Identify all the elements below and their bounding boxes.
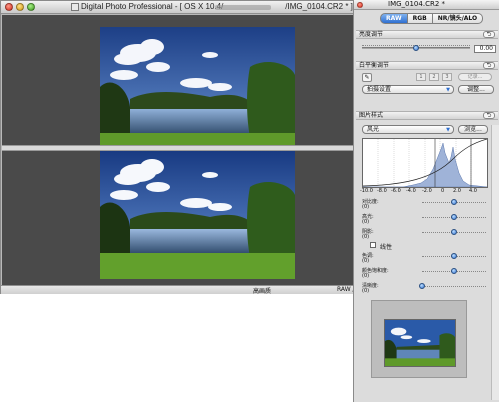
preview-before[interactable] [2, 15, 358, 155]
palette-titlebar[interactable]: IMG_0104.CR2 * [354, 0, 499, 10]
sharpness-value: (0) [362, 288, 370, 294]
histogram-tick: 2.0 [453, 188, 461, 194]
brightness-slider-thumb[interactable] [413, 45, 419, 51]
saturation-slider-thumb[interactable] [451, 268, 457, 274]
tab-rgb[interactable]: RGB [407, 13, 433, 24]
contrast-value: (0) [362, 204, 370, 210]
wb-preset-select[interactable]: 拍摄设置 ▼ [362, 85, 454, 94]
wb-slot-2[interactable]: 2 [429, 73, 439, 81]
shadow-slider-thumb[interactable] [451, 229, 457, 235]
preview-after[interactable] [2, 151, 358, 285]
sharpness-slider[interactable] [422, 285, 486, 287]
document-icon [71, 3, 79, 11]
histogram-tick: -4.0 [406, 188, 416, 194]
palette-tabs: RAW RGB NR/镜头/ALO [380, 13, 484, 24]
tone-curve-histogram[interactable] [362, 138, 488, 188]
sharpness-slider-thumb[interactable] [419, 283, 425, 289]
status-quality: 高画质 [253, 288, 272, 295]
highlight-value: (0) [362, 219, 370, 225]
main-window: Digital Photo Professional - [ OS X 10.4… [0, 0, 360, 295]
white-balance-header-label: 白平衡调节 [359, 62, 390, 69]
tab-raw[interactable]: RAW [380, 13, 408, 24]
palette-title: IMG_0104.CR2 * [388, 0, 445, 8]
wb-slot-1[interactable]: 1 [416, 73, 426, 81]
white-balance-header: 白平衡调节 ⮌ [356, 61, 498, 70]
tab-nr-lens-alo[interactable]: NR/镜头/ALO [432, 13, 484, 24]
redacted-path [215, 5, 271, 10]
brightness-reset-button[interactable]: ⮌ [483, 31, 495, 38]
picture-style-reset-button[interactable]: ⮌ [483, 112, 495, 119]
shadow-value: (0) [362, 234, 370, 240]
white-balance-reset-button[interactable]: ⮌ [483, 62, 495, 69]
picture-style-browse-button[interactable]: 浏览... [458, 125, 488, 134]
brightness-value-field[interactable]: 0.00 [474, 45, 496, 53]
picture-style-header-label: 图片样式 [359, 112, 384, 119]
histogram-tick: -6.0 [391, 188, 401, 194]
eyedropper-icon[interactable]: ✎ [362, 73, 372, 82]
navigator-thumbnail[interactable] [371, 300, 467, 378]
palette-close-button[interactable] [357, 2, 363, 8]
photo-before [100, 27, 295, 155]
tool-palette: IMG_0104.CR2 * RAW RGB NR/镜头/ALO 亮度调节 ⮌ … [353, 0, 499, 402]
histogram-tick: 0 [441, 188, 445, 194]
status-mode: RAW / [337, 286, 355, 293]
highlight-slider-thumb[interactable] [451, 214, 457, 220]
status-bar: 高画质 RAW / [1, 285, 359, 295]
photo-after [100, 151, 295, 279]
close-button[interactable] [5, 3, 13, 11]
contrast-slider-thumb[interactable] [451, 199, 457, 205]
histogram-tick: 4.0 [469, 188, 477, 194]
picture-style-header: 图片样式 ⮌ [356, 111, 498, 120]
picture-style-select[interactable]: 风光 ▼ [362, 125, 454, 134]
linear-checkbox[interactable] [370, 242, 376, 248]
color-tone-slider-thumb[interactable] [451, 253, 457, 259]
brightness-header: 亮度调节 ⮌ [356, 30, 498, 39]
thumbnail-image [384, 319, 456, 367]
zoom-button[interactable] [27, 3, 35, 11]
color-tone-value: (0) [362, 258, 370, 264]
minimize-button[interactable] [16, 3, 24, 11]
histogram-graphic [362, 138, 488, 188]
wb-slot-3[interactable]: 3 [442, 73, 452, 81]
palette-scrollbar[interactable] [491, 125, 499, 400]
chevron-down-icon: ▼ [446, 127, 450, 133]
saturation-value: (0) [362, 273, 370, 279]
linear-label: 线性 [380, 244, 393, 251]
histogram-tick: -10.0 [360, 188, 373, 194]
picture-style-value: 风光 [367, 126, 380, 133]
brightness-header-label: 亮度调节 [359, 31, 384, 38]
main-titlebar[interactable]: Digital Photo Professional - [ OS X 10.4… [1, 1, 359, 14]
wb-preset-value: 拍摄设置 [367, 86, 392, 93]
chevron-down-icon: ▼ [446, 87, 450, 93]
histogram-tick: -2.0 [422, 188, 432, 194]
wb-register-button[interactable]: 记录... [458, 73, 492, 81]
wb-adjust-button[interactable]: 调整... [458, 85, 494, 94]
histogram-tick: -8.0 [377, 188, 387, 194]
